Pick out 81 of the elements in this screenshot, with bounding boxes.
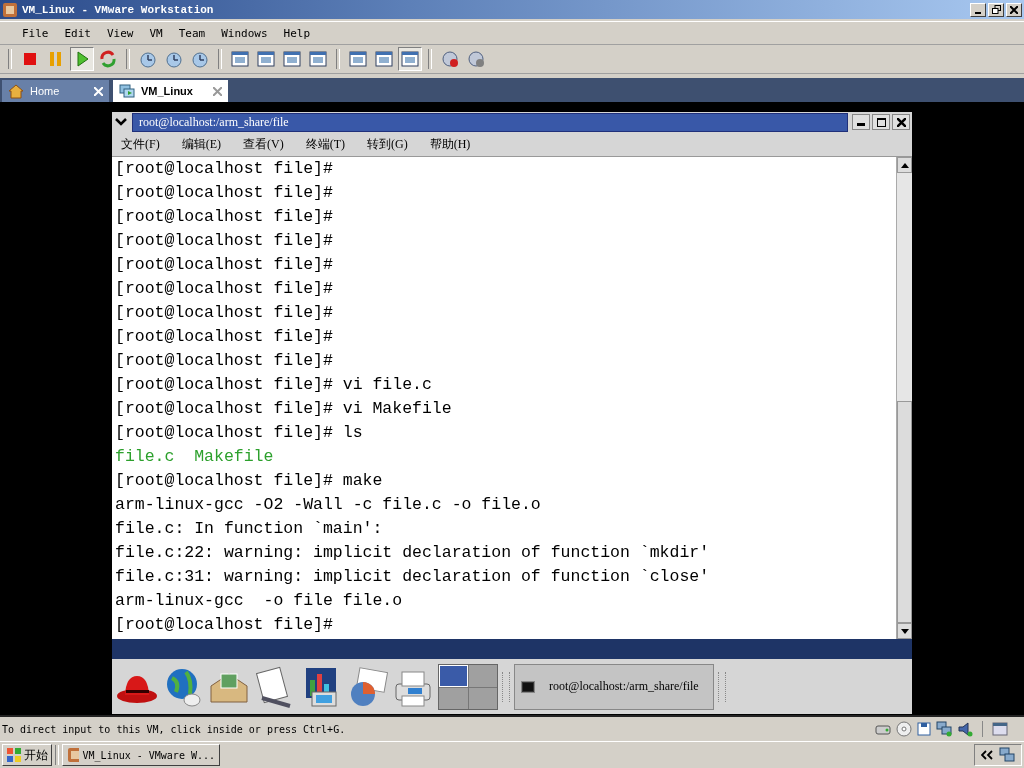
close-button[interactable] [892, 114, 910, 130]
taskbar-button[interactable]: VM_Linux - VMware W... [62, 744, 220, 766]
minimize-button[interactable] [852, 114, 870, 130]
reset-icon [98, 49, 118, 69]
terminal-line: arm-linux-gcc -O2 -Wall -c file.c -o file.o [115, 494, 542, 516]
terminal-icon [521, 680, 535, 693]
window-view-button[interactable] [398, 47, 422, 71]
tab[interactable]: Home [2, 80, 109, 102]
scroll-up-button[interactable] [897, 157, 912, 173]
terminal-line: [root@localhost file]# ls [115, 422, 364, 444]
house-icon [8, 83, 24, 99]
terminal-line: [root@localhost file]# [115, 206, 334, 228]
terminal-line: [root@localhost file]# [115, 182, 334, 204]
maximize-icon [876, 117, 886, 127]
menu-item[interactable]: Team [170, 26, 214, 40]
menu-item[interactable]: 查看(V) [242, 135, 285, 153]
sidebar-view-icon [230, 49, 250, 69]
restore-button[interactable] [988, 2, 1004, 17]
menu-item[interactable]: Edit [56, 26, 99, 40]
menu-item[interactable]: VM [141, 26, 171, 40]
network-icon[interactable] [999, 747, 1015, 763]
arrow-up-icon [900, 162, 909, 168]
window-title: VM_Linux - VMware Workstation [22, 3, 214, 16]
terminal-line: [root@localhost file]# [115, 614, 334, 636]
menu-item[interactable]: View [99, 26, 142, 40]
terminal-line: [root@localhost file]# [115, 302, 334, 324]
terminal-title: root@localhost:/arm_share/file [132, 112, 848, 132]
terminal-line: [root@localhost file]# [115, 350, 334, 372]
window-view-icon [400, 49, 420, 69]
terminal-line: [root@localhost file]# [115, 158, 334, 180]
workspace[interactable] [439, 664, 468, 687]
terminal-line: [root@localhost file]# [115, 230, 334, 252]
terminal-line: file.c:31: warning: implicit declaration of function `close' [115, 566, 711, 588]
menu-item[interactable]: 终端(T) [304, 135, 346, 153]
terminal-line: file.c:22: warning: implicit declaration of function `mkdir' [115, 542, 711, 564]
app-icon [2, 1, 18, 18]
chevron-down-icon[interactable] [114, 117, 128, 127]
speaker-icon[interactable] [957, 721, 973, 737]
minimize-icon [975, 11, 981, 14]
menu-item[interactable]: Windows [213, 26, 276, 40]
status-text: To direct input to this VM, click inside or press Ctrl+G. [2, 723, 346, 735]
menu-item[interactable]: File [14, 26, 57, 40]
terminal-line: [root@localhost file]# vi Makefile [115, 398, 453, 420]
quick-switch-icon [282, 49, 302, 69]
windows-flag-icon [6, 747, 22, 763]
restore-icon [991, 5, 1001, 14]
terminal-line: [root@localhost file]# [115, 278, 334, 300]
start-button[interactable]: 开始 [2, 744, 52, 766]
maximize-button[interactable] [872, 114, 890, 130]
close-icon [896, 117, 906, 127]
message-log-icon[interactable] [992, 722, 1008, 736]
terminal-line: [root@localhost file]# [115, 326, 334, 348]
menu-item[interactable]: Help [275, 26, 319, 40]
tab[interactable]: VM_Linux [113, 80, 228, 102]
fullscreen-icon [256, 49, 276, 69]
panel-grip[interactable] [718, 671, 726, 702]
vm-icon [119, 83, 135, 99]
arrow-down-icon [900, 628, 909, 634]
terminal-line: [root@localhost file]# make [115, 470, 384, 492]
menu-item[interactable]: 文件(F) [120, 135, 161, 153]
terminal-line: file.c: In function `main': [115, 518, 384, 540]
scroll-down-button[interactable] [897, 623, 912, 639]
close-icon[interactable] [212, 86, 222, 96]
network-icon[interactable] [936, 721, 952, 737]
menu-item[interactable]: 转到(G) [366, 135, 409, 153]
terminal-line: arm-linux-gcc -o file file.o [115, 590, 404, 612]
task-button[interactable]: root@localhost:/arm_share/file [514, 663, 714, 710]
terminal-line: [root@localhost file]# [115, 254, 334, 276]
menu-item[interactable]: 编辑(E) [180, 135, 222, 153]
terminal-line: [root@localhost file]# vi file.c [115, 374, 433, 396]
panel-grip[interactable] [502, 671, 510, 702]
snapshot-icon [138, 49, 158, 69]
terminal-line: file.c Makefile [115, 446, 275, 468]
scrollbar-thumb[interactable] [897, 401, 912, 623]
double-chevron-left-icon[interactable] [981, 750, 993, 760]
cd-icon[interactable] [896, 721, 912, 737]
play-button[interactable] [70, 47, 94, 71]
menu-item[interactable]: 帮助(H) [428, 135, 472, 153]
scrollbar[interactable] [896, 157, 912, 639]
close-icon [1010, 5, 1018, 14]
app-icon [67, 747, 79, 763]
